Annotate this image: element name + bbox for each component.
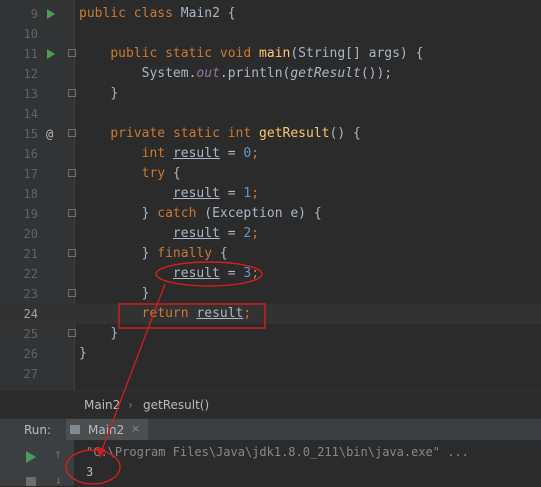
fold-icon[interactable] (68, 249, 76, 257)
code-line[interactable]: 27 (0, 364, 541, 384)
code-line[interactable]: 22 result = 3; (0, 264, 541, 284)
fold-icon[interactable] (68, 209, 76, 217)
line-number: 14 (23, 107, 38, 121)
line-number: 20 (23, 227, 38, 241)
breadcrumb: Main2 › getResult() (0, 390, 541, 419)
code-text: result = 2; (172, 226, 260, 241)
stop-icon[interactable] (26, 477, 36, 486)
code-line-current[interactable]: 24 return result; (0, 304, 541, 324)
run-gutter-icon[interactable] (47, 9, 55, 19)
console-command-line: "C:\Program Files\Java\jdk1.8.0_211\bin\… (86, 445, 469, 459)
line-number: 12 (23, 67, 38, 81)
code-text: int result = 0; (141, 146, 260, 161)
code-text: } catch (Exception e) { (141, 206, 322, 221)
code-line[interactable]: 21 } finally { (0, 244, 541, 264)
code-line[interactable]: 23 } (0, 284, 541, 304)
line-number: 9 (30, 7, 38, 21)
run-gutter-icon[interactable] (47, 49, 55, 59)
code-text: return result; (141, 306, 252, 321)
fold-icon[interactable] (68, 329, 76, 337)
code-text: private static int getResult() { (110, 126, 361, 141)
line-number: 15 (23, 127, 38, 141)
code-line[interactable]: 14 (0, 104, 541, 124)
fold-icon[interactable] (68, 169, 76, 177)
line-number: 26 (23, 347, 38, 361)
code-line[interactable]: 18 result = 1; (0, 184, 541, 204)
line-number: 19 (23, 207, 38, 221)
line-number: 18 (23, 187, 38, 201)
override-at-icon[interactable]: @ (46, 124, 53, 144)
code-text: } (110, 326, 119, 341)
fold-icon[interactable] (68, 129, 76, 137)
code-editor[interactable]: 9 public class Main2 { 10 11 public stat… (0, 0, 541, 390)
code-line[interactable]: 19 } catch (Exception e) { (0, 204, 541, 224)
code-line[interactable]: 16 int result = 0; (0, 144, 541, 164)
code-line[interactable]: 26 } (0, 344, 541, 364)
line-number: 22 (23, 267, 38, 281)
breadcrumb-method[interactable]: getResult() (143, 398, 209, 412)
code-text: public static void main(String[] args) { (110, 46, 424, 61)
line-number: 16 (23, 147, 38, 161)
run-tool-window-header: Run: Main2 × (0, 418, 541, 441)
code-text: result = 3; (172, 266, 260, 281)
line-number: 11 (23, 47, 38, 61)
code-line[interactable]: 9 public class Main2 { (0, 4, 541, 24)
run-console[interactable]: ↑ ↓ "C:\Program Files\Java\jdk1.8.0_211\… (0, 440, 541, 487)
code-line[interactable]: 10 (0, 24, 541, 44)
code-text: } finally { (141, 246, 228, 261)
console-output: 3 (86, 465, 94, 479)
run-tab-label[interactable]: Main2 (88, 423, 124, 437)
fold-icon[interactable] (68, 89, 76, 97)
code-text: } (141, 286, 150, 301)
close-tab-icon[interactable]: × (131, 422, 140, 435)
fold-icon[interactable] (68, 49, 76, 57)
code-text: public class Main2 { (79, 6, 236, 21)
line-number: 27 (23, 367, 38, 381)
line-number: 17 (23, 167, 38, 181)
line-number: 23 (23, 287, 38, 301)
scroll-up-icon[interactable]: ↑ (54, 447, 62, 462)
scroll-down-icon[interactable]: ↓ (55, 473, 62, 487)
code-text: System.out.println(getResult()); (141, 66, 393, 81)
run-config-icon (70, 425, 80, 434)
run-label: Run: (24, 423, 52, 437)
code-text: result = 1; (172, 186, 260, 201)
line-number: 21 (23, 247, 38, 261)
code-line[interactable]: 13 } (0, 84, 541, 104)
breadcrumb-separator: › (128, 398, 133, 412)
code-line[interactable]: 20 result = 2; (0, 224, 541, 244)
code-line[interactable]: 12 System.out.println(getResult()); (0, 64, 541, 84)
code-text: } (79, 346, 87, 361)
code-line[interactable]: 25 } (0, 324, 541, 344)
line-number: 24 (23, 307, 38, 321)
line-number: 10 (23, 27, 38, 41)
code-line[interactable]: 15 @ private static int getResult() { (0, 124, 541, 144)
rerun-icon[interactable] (26, 451, 36, 463)
breadcrumb-class[interactable]: Main2 (84, 398, 120, 412)
code-text: try { (141, 166, 181, 181)
line-number: 13 (23, 87, 38, 101)
code-line[interactable]: 11 public static void main(String[] args… (0, 44, 541, 64)
line-number: 25 (23, 327, 38, 341)
console-toolbar: ↑ ↓ (0, 440, 74, 487)
fold-icon[interactable] (68, 289, 76, 297)
code-line[interactable]: 17 try { (0, 164, 541, 184)
code-text: } (110, 86, 119, 101)
